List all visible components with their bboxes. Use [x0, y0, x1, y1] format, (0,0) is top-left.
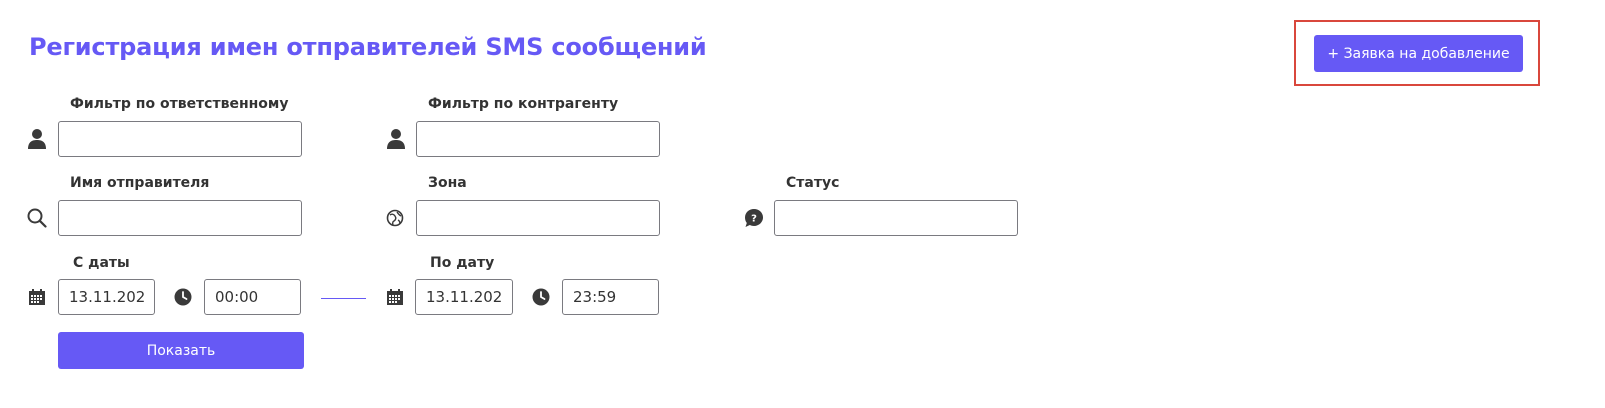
user-icon [386, 128, 406, 149]
responsible-filter-input[interactable] [58, 121, 302, 157]
zone-label: Зона [428, 175, 467, 191]
time-to-input[interactable] [562, 279, 659, 315]
clock-icon [532, 288, 552, 308]
date-range-separator [321, 298, 366, 299]
status-label: Статус [786, 175, 840, 191]
responsible-filter-label: Фильтр по ответственному [70, 96, 289, 112]
counterparty-filter-label: Фильтр по контрагенту [428, 96, 619, 112]
svg-text:?: ? [751, 214, 757, 225]
date-from-input[interactable] [58, 279, 155, 315]
calendar-icon [386, 288, 406, 308]
add-request-highlight: + Заявка на добавление [1294, 20, 1540, 86]
page: Регистрация имен отправителей SMS сообще… [0, 0, 1605, 408]
counterparty-filter-input[interactable] [416, 121, 660, 157]
add-request-button[interactable]: + Заявка на добавление [1314, 35, 1523, 72]
globe-icon [386, 209, 406, 229]
page-title: Регистрация имен отправителей SMS сообще… [29, 33, 707, 61]
time-from-input[interactable] [204, 279, 301, 315]
calendar-icon [28, 288, 48, 308]
status-input[interactable] [774, 200, 1018, 236]
show-button[interactable]: Показать [58, 332, 304, 369]
sender-name-input[interactable] [58, 200, 302, 236]
question-bubble-icon: ? [744, 208, 764, 228]
sender-name-label: Имя отправителя [70, 175, 210, 191]
date-to-label: По дату [430, 255, 495, 271]
user-icon [27, 128, 47, 149]
search-icon [27, 208, 47, 228]
date-from-label: С даты [73, 255, 130, 271]
zone-input[interactable] [416, 200, 660, 236]
date-to-input[interactable] [415, 279, 513, 315]
clock-icon [174, 288, 194, 308]
